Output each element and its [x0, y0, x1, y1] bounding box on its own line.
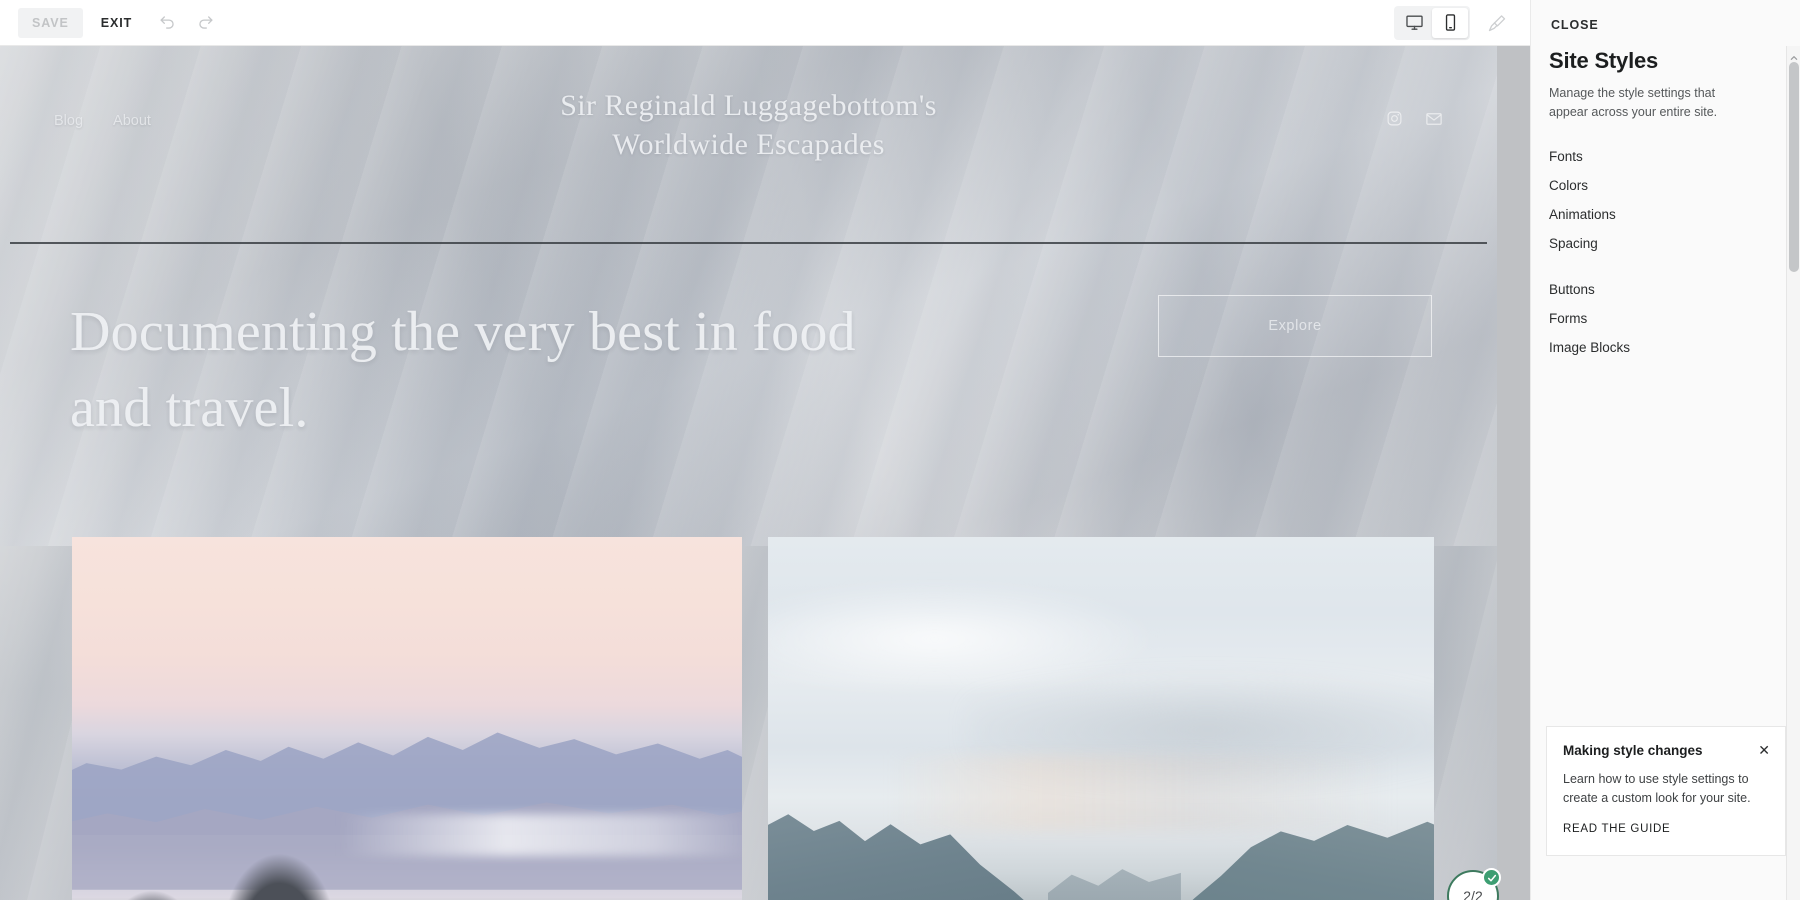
rendered-site: Blog About Sir Reginald Luggagebottom's …: [0, 46, 1497, 900]
scrollbar-thumb[interactable]: [1789, 62, 1799, 272]
read-the-guide-link[interactable]: READ THE GUIDE: [1563, 823, 1670, 835]
menu-group-divider: [1549, 258, 1779, 275]
cloudy-valley-photo: [768, 537, 1434, 900]
menu-item-forms[interactable]: Forms: [1549, 304, 1779, 333]
tip-card-body: Learn how to use style settings to creat…: [1563, 772, 1751, 806]
menu-item-image-blocks[interactable]: Image Blocks: [1549, 333, 1779, 362]
site-title-line-2: Worldwide Escapades: [612, 128, 885, 161]
paintbrush-icon[interactable]: [1480, 6, 1514, 40]
explore-button-label: Explore: [1268, 318, 1322, 334]
scroll-up-arrow-icon[interactable]: [1790, 49, 1798, 60]
exit-button[interactable]: EXIT: [87, 8, 146, 38]
gallery-image-right[interactable]: [768, 537, 1434, 900]
undo-arrow-icon[interactable]: [150, 6, 184, 40]
panel-menu: Fonts Colors Animations Spacing Buttons …: [1549, 142, 1779, 362]
instagram-icon[interactable]: [1386, 110, 1403, 132]
panel-description: Manage the style settings that appear ac…: [1549, 86, 1718, 120]
header-divider: [10, 242, 1487, 244]
social-icon-group: [1386, 110, 1443, 133]
nav-link-about[interactable]: About: [113, 113, 151, 129]
site-preview-frame: Blog About Sir Reginald Luggagebottom's …: [0, 46, 1530, 900]
mobile-phone-icon[interactable]: [1432, 7, 1468, 38]
device-toggle-group: [1394, 5, 1470, 40]
site-title-line-1: Sir Reginald Luggagebottom's: [560, 89, 937, 122]
explore-button[interactable]: Explore: [1158, 295, 1432, 357]
editor-toolbar: SAVE EXIT: [0, 0, 1530, 46]
tip-card: Making style changes ✕ Learn how to use …: [1546, 726, 1786, 856]
site-styles-panel: CLOSE Site Styles Manage the style setti…: [1530, 0, 1800, 900]
hero-heading: Documenting the very best in food and tr…: [70, 301, 856, 440]
page-counter-label: 2/2: [1463, 888, 1483, 900]
sunrise-lake-photo: [72, 537, 742, 900]
email-envelope-icon[interactable]: [1425, 110, 1443, 133]
close-x-icon[interactable]: ✕: [1756, 741, 1772, 759]
close-panel-button[interactable]: CLOSE: [1549, 14, 1601, 36]
menu-item-fonts[interactable]: Fonts: [1549, 142, 1779, 171]
site-navigation: Blog About: [54, 113, 151, 129]
menu-item-animations[interactable]: Animations: [1549, 200, 1779, 229]
menu-item-buttons[interactable]: Buttons: [1549, 275, 1779, 304]
nav-link-blog[interactable]: Blog: [54, 113, 83, 129]
save-button[interactable]: SAVE: [18, 7, 83, 38]
panel-title: Site Styles: [1549, 48, 1659, 73]
redo-arrow-icon[interactable]: [188, 6, 222, 40]
check-icon: [1482, 868, 1501, 887]
menu-item-colors[interactable]: Colors: [1549, 171, 1779, 200]
tip-card-title: Making style changes: [1563, 743, 1703, 758]
gallery-image-left[interactable]: [72, 537, 742, 900]
toolbar-left-group: SAVE EXIT: [0, 6, 222, 40]
preview-scrollbar[interactable]: [1786, 46, 1800, 900]
menu-item-spacing[interactable]: Spacing: [1549, 229, 1779, 258]
toolbar-right-group: [1394, 5, 1530, 40]
site-title: Sir Reginald Luggagebottom's Worldwide E…: [0, 86, 1497, 164]
desktop-monitor-icon[interactable]: [1396, 8, 1432, 38]
